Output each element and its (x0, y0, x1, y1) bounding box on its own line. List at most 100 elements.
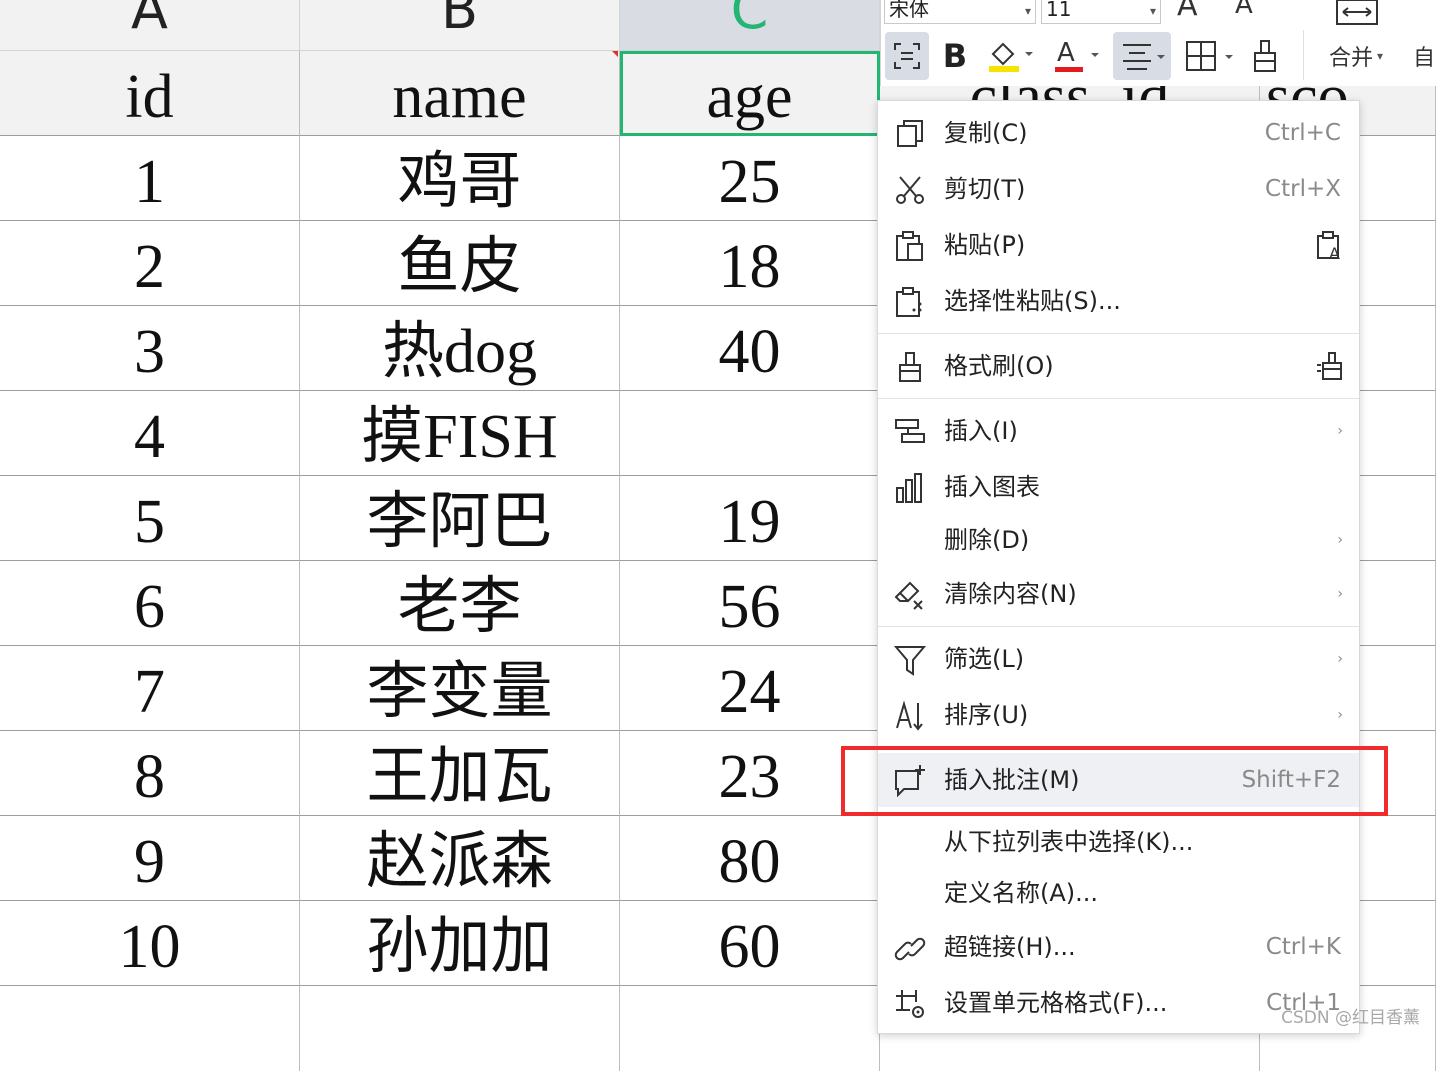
cell-id[interactable]: 2 (0, 221, 300, 306)
cell-age[interactable]: 40 (620, 306, 880, 391)
menu-item-sort[interactable]: 排序(U) › (878, 688, 1359, 742)
menu-item-link[interactable]: 超链接(H)... Ctrl+K (878, 920, 1359, 974)
submenu-arrow-icon: › (1337, 707, 1343, 723)
submenu-arrow-icon: › (1337, 651, 1343, 667)
cell-id[interactable]: 1 (0, 136, 300, 221)
cell-name[interactable]: 李阿巴 (300, 476, 620, 561)
watermark: CSDN @红目香薰 (1281, 1008, 1420, 1028)
select-icon (894, 43, 920, 69)
paste-format-icon[interactable]: A (1315, 230, 1347, 263)
cell-age[interactable] (620, 391, 880, 476)
align-center-icon (1123, 44, 1165, 70)
format-painter-multi-icon[interactable] (1315, 351, 1347, 383)
annotation-highlight-box (841, 746, 1388, 816)
menu-item-format-painter[interactable]: 格式刷(O) (878, 339, 1359, 393)
insert-icon (894, 416, 926, 448)
link-icon (894, 932, 926, 964)
cell-id[interactable]: 7 (0, 646, 300, 731)
submenu-arrow-icon: › (1337, 423, 1343, 439)
merge-button[interactable]: 合并 ▾ (1321, 32, 1391, 80)
cell-name[interactable]: 摸FISH (300, 391, 620, 476)
brush-icon (1254, 40, 1276, 72)
menu-item-item-12[interactable]: 从下拉列表中选择(K)... (878, 815, 1359, 869)
chart-icon (894, 472, 926, 504)
menu-item-chart[interactable]: 插入图表 (878, 460, 1359, 514)
menu-item-shortcut: Ctrl+X (1265, 176, 1341, 202)
menu-item-label: 定义名称(A)... (944, 879, 1099, 907)
menu-item-paste-special[interactable]: 选择性粘贴(S)... (878, 274, 1359, 328)
cell-name[interactable]: 老李 (300, 561, 620, 646)
fill-color-button[interactable] (981, 32, 1039, 80)
menu-item-shortcut: Ctrl+C (1264, 120, 1341, 146)
cell-age[interactable]: 25 (620, 136, 880, 221)
submenu-arrow-icon: › (1337, 532, 1343, 548)
column-header-c[interactable]: C (620, 0, 880, 51)
auto-wrap-button[interactable]: 自 (1409, 32, 1436, 80)
cell-name[interactable]: 孙加加 (300, 901, 620, 986)
cell-age[interactable]: 24 (620, 646, 880, 731)
bold-button[interactable]: B (933, 32, 977, 80)
empty-cell[interactable] (0, 986, 300, 1071)
cell-age[interactable]: 60 (620, 901, 880, 986)
menu-item-label: 粘贴(P) (944, 231, 1026, 259)
svg-text:A: A (1329, 244, 1340, 262)
svg-text:A: A (1057, 38, 1075, 68)
ribbon-toolbar: 宋体 ▾ 11 ▾ A A B A 合并 ▾ 自 (880, 0, 1436, 86)
menu-item-copy[interactable]: 复制(C) Ctrl+C (878, 106, 1359, 160)
font-color-button[interactable]: A (1047, 32, 1105, 80)
cell-name[interactable]: 鸡哥 (300, 136, 620, 221)
cell-name[interactable]: 鱼皮 (300, 221, 620, 306)
cell-id[interactable]: 9 (0, 816, 300, 901)
borders-button[interactable] (1179, 32, 1239, 80)
wrap-width-icon[interactable] (1335, 0, 1379, 34)
menu-item-label: 设置单元格格式(F)... (944, 989, 1168, 1017)
header-cell-id[interactable]: id (0, 51, 300, 136)
cell-format-icon (894, 988, 926, 1020)
menu-separator (878, 626, 1359, 627)
cell-age[interactable]: 56 (620, 561, 880, 646)
select-cell-button[interactable] (885, 32, 929, 80)
header-cell-name[interactable]: name (300, 51, 620, 136)
cell-id[interactable]: 3 (0, 306, 300, 391)
increase-font-icon[interactable]: A (1177, 0, 1198, 23)
cell-name[interactable]: 王加瓦 (300, 731, 620, 816)
cell-name[interactable]: 赵派森 (300, 816, 620, 901)
column-header-b[interactable]: B (300, 0, 620, 51)
menu-item-clear[interactable]: 清除内容(N) › (878, 567, 1359, 621)
format-painter-button[interactable] (1243, 32, 1287, 80)
column-header-a[interactable]: A (0, 0, 300, 51)
cell-age[interactable]: 19 (620, 476, 880, 561)
font-name-select[interactable]: 宋体 ▾ (884, 0, 1036, 24)
cell-id[interactable]: 10 (0, 901, 300, 986)
menu-item-insert[interactable]: 插入(I) › (878, 404, 1359, 458)
empty-cell[interactable] (300, 986, 620, 1071)
menu-item-label: 排序(U) (944, 701, 1029, 729)
font-size-select[interactable]: 11 ▾ (1041, 0, 1161, 24)
column-letter: A (131, 0, 168, 41)
menu-item-item-13[interactable]: 定义名称(A)... (878, 866, 1359, 920)
cell-id[interactable]: 4 (0, 391, 300, 476)
cell-id[interactable]: 5 (0, 476, 300, 561)
cell-name[interactable]: 李变量 (300, 646, 620, 731)
menu-item-label: 从下拉列表中选择(K)... (944, 828, 1194, 856)
menu-separator (878, 333, 1359, 334)
menu-item-filter[interactable]: 筛选(L) › (878, 632, 1359, 686)
paste-icon (894, 230, 926, 262)
menu-item-label: 复制(C) (944, 119, 1028, 147)
menu-item-shortcut: Ctrl+K (1265, 934, 1341, 960)
cell-age[interactable]: 18 (620, 221, 880, 306)
cell-name[interactable]: 热dog (300, 306, 620, 391)
fill-bucket-icon (989, 42, 1033, 72)
cell-age[interactable]: 80 (620, 816, 880, 901)
empty-cell[interactable] (620, 986, 880, 1071)
cell-id[interactable]: 6 (0, 561, 300, 646)
header-cell-age[interactable]: age (620, 51, 880, 136)
decrease-font-icon[interactable]: A (1235, 0, 1253, 20)
paste-special-icon (894, 286, 926, 318)
menu-item-cut[interactable]: 剪切(T) Ctrl+X (878, 162, 1359, 216)
submenu-arrow-icon: › (1337, 586, 1343, 602)
menu-item-paste[interactable]: 粘贴(P) A (878, 218, 1359, 272)
menu-item-item-7[interactable]: 删除(D) › (878, 513, 1359, 567)
align-center-button[interactable] (1113, 32, 1171, 80)
cell-id[interactable]: 8 (0, 731, 300, 816)
